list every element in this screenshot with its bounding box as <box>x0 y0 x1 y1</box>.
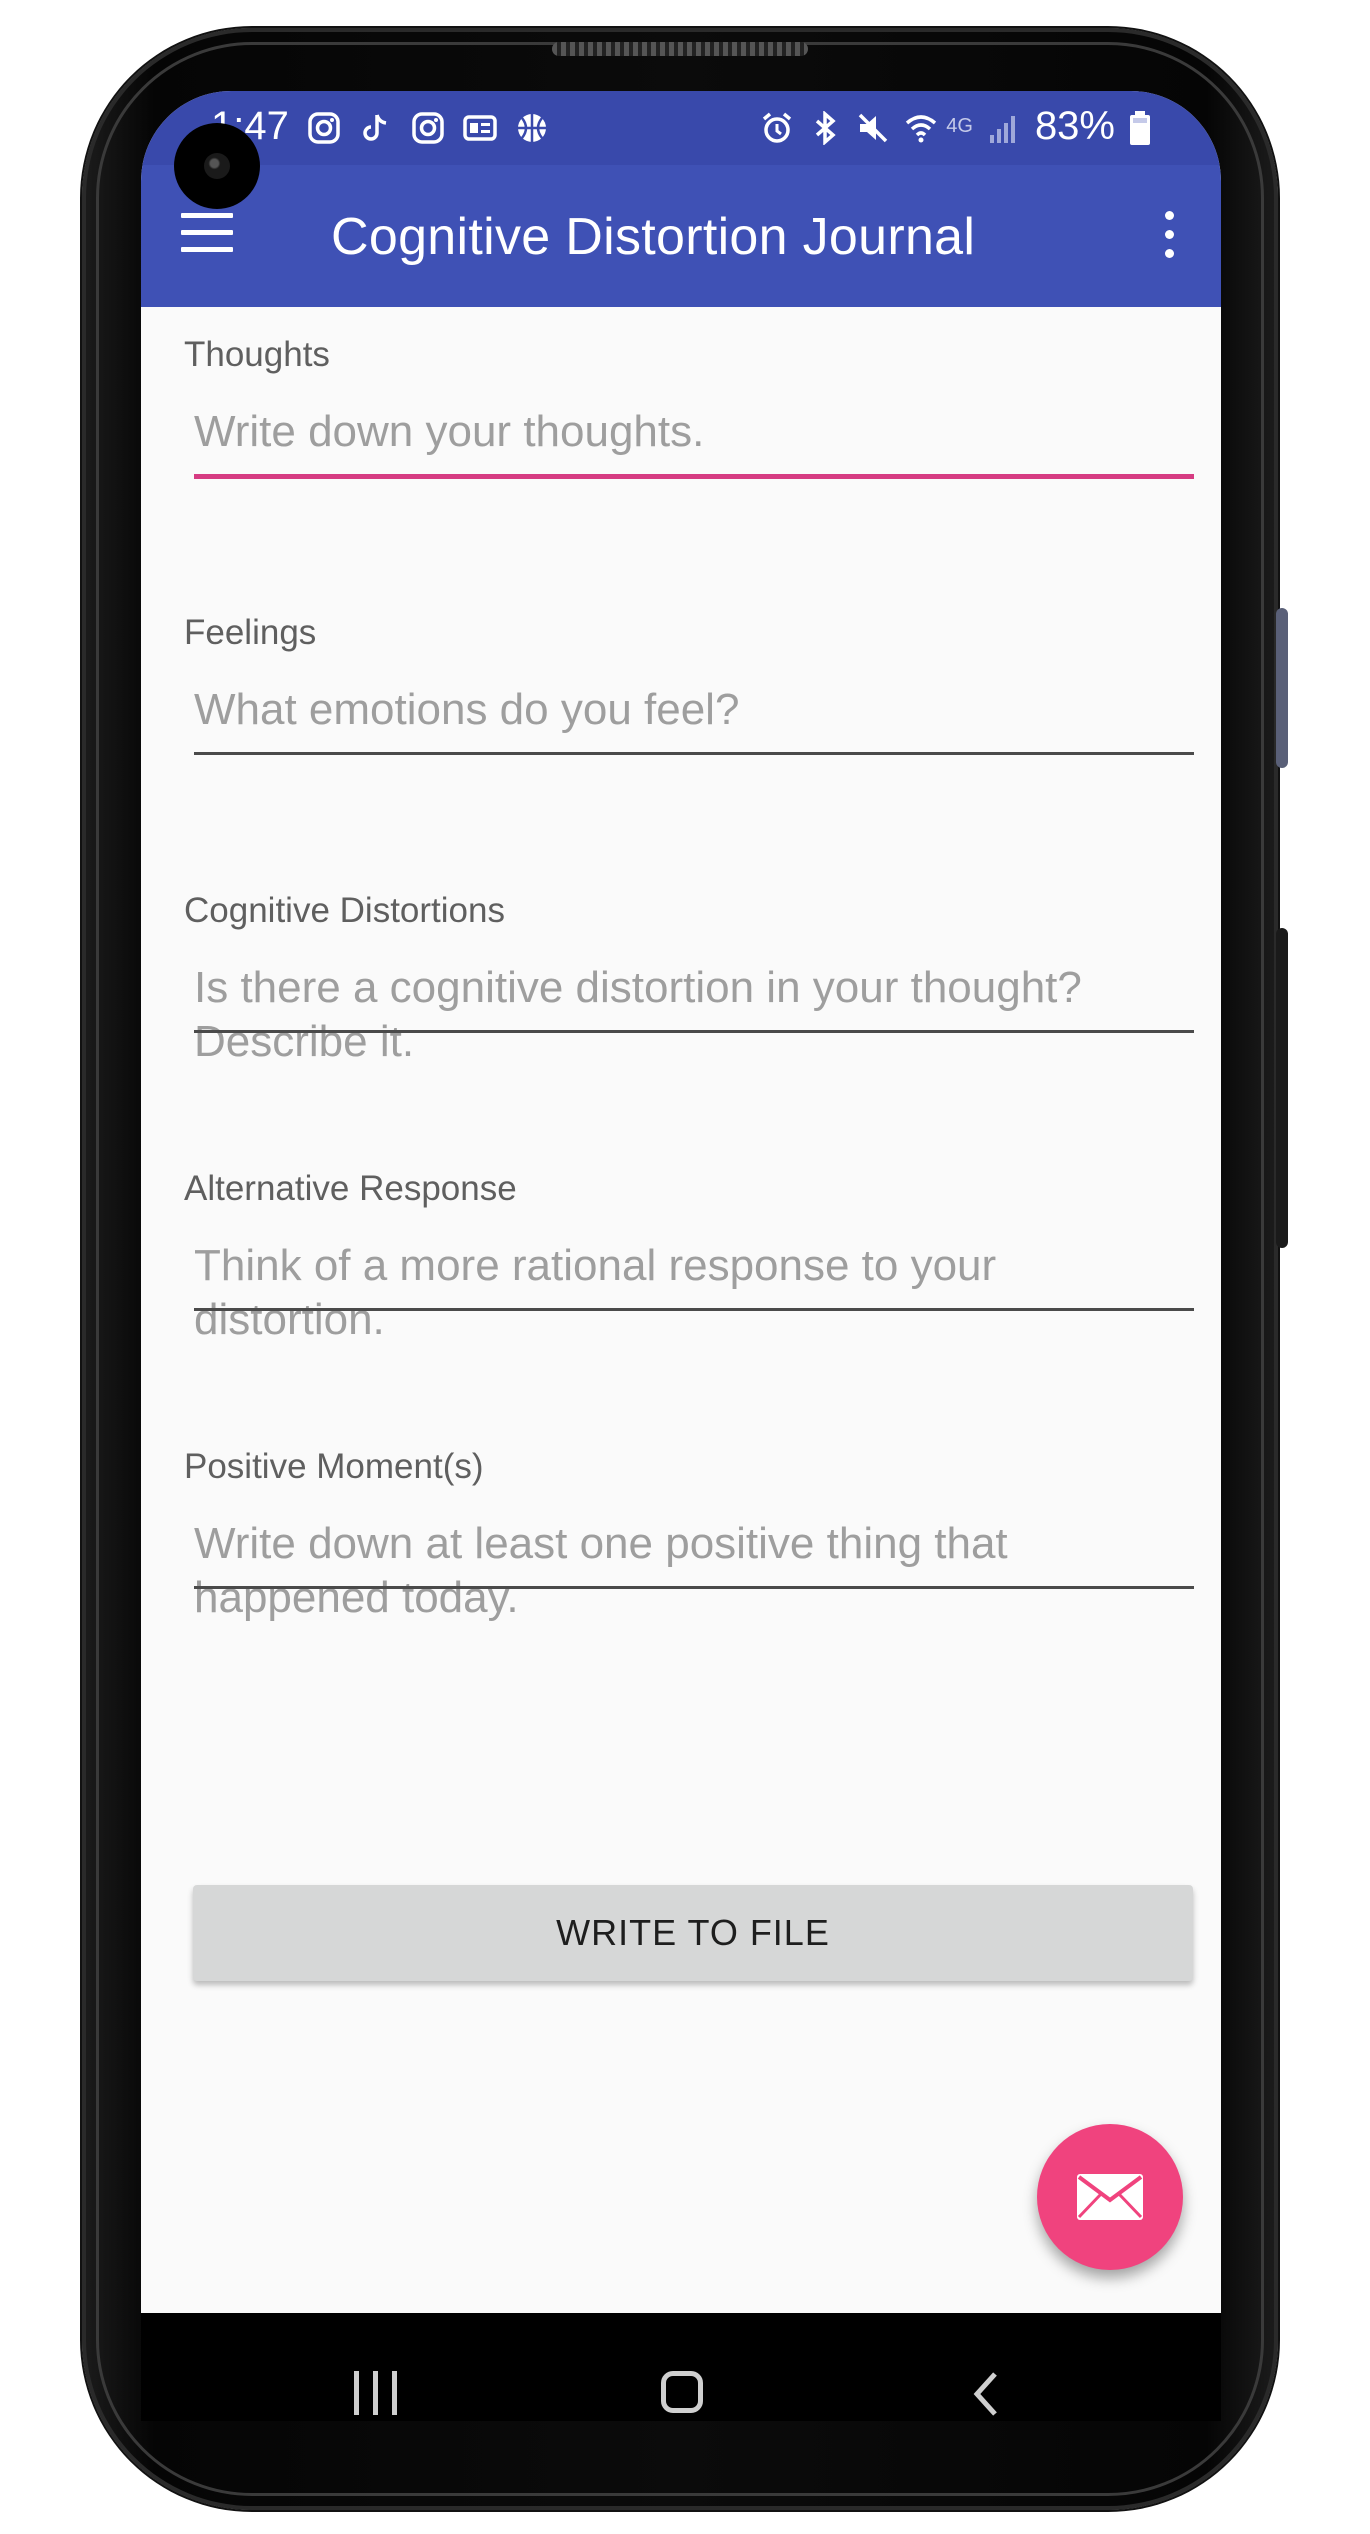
cognitive-distortions-label: Cognitive Distortions <box>184 891 505 930</box>
positive-moments-label: Positive Moment(s) <box>184 1447 484 1486</box>
instagram-icon <box>411 110 445 144</box>
status-left: 1:47 <box>211 104 549 149</box>
cognitive-distortions-input[interactable]: Is there a cognitive distortion in your … <box>194 961 1184 1069</box>
feelings-field[interactable]: Feelings What emotions do you feel? <box>184 613 1194 763</box>
tiktok-icon <box>359 110 393 144</box>
feelings-input[interactable]: What emotions do you feel? <box>194 683 1184 737</box>
volume-button <box>1276 608 1288 768</box>
system-nav-bar <box>141 2313 1221 2421</box>
alternative-response-input[interactable]: Think of a more rational response to you… <box>194 1239 1184 1347</box>
news-icon <box>463 110 497 144</box>
phone-screen: 1:47 4G 83% Cognitive Distortion Journal… <box>141 91 1221 2421</box>
alarm-icon <box>760 110 794 144</box>
network-type: 4G <box>946 115 973 137</box>
thoughts-label: Thoughts <box>184 335 330 374</box>
cognitive-distortions-field[interactable]: Cognitive Distortions Is there a cogniti… <box>184 891 1194 1066</box>
back-icon[interactable] <box>969 2371 1003 2417</box>
write-to-file-button[interactable]: WRITE TO FILE <box>193 1885 1193 1981</box>
battery-percent: 83% <box>1034 104 1115 148</box>
positive-moments-field[interactable]: Positive Moment(s) Write down at least o… <box>184 1447 1194 1622</box>
wifi-icon <box>904 110 938 144</box>
recents-icon[interactable] <box>354 2371 400 2415</box>
email-fab-button[interactable] <box>1037 2124 1183 2270</box>
more-vert-icon[interactable] <box>1159 211 1179 259</box>
home-icon[interactable] <box>661 2371 703 2413</box>
thoughts-underline <box>194 474 1194 479</box>
thoughts-input[interactable]: Write down your thoughts. <box>194 405 1184 459</box>
feelings-label: Feelings <box>184 613 317 652</box>
app-title: Cognitive Distortion Journal <box>331 208 976 266</box>
status-right: 4G 83% <box>760 104 1151 149</box>
app-bar: Cognitive Distortion Journal <box>141 165 1221 307</box>
feelings-underline <box>194 752 1194 755</box>
write-to-file-label: WRITE TO FILE <box>556 1912 830 1953</box>
instagram-icon <box>307 110 341 144</box>
signal-icon <box>987 110 1021 144</box>
earpiece-speaker <box>552 42 808 56</box>
alternative-response-field[interactable]: Alternative Response Think of a more rat… <box>184 1169 1194 1344</box>
thoughts-field[interactable]: Thoughts Write down your thoughts. <box>184 335 1194 485</box>
power-button <box>1276 928 1288 1248</box>
cognitive-distortions-underline <box>194 1030 1194 1033</box>
mute-icon <box>856 110 890 144</box>
positive-moments-input[interactable]: Write down at least one positive thing t… <box>194 1517 1184 1625</box>
status-bar: 1:47 4G 83% <box>141 91 1221 209</box>
bluetooth-icon <box>808 109 842 146</box>
basketball-icon <box>515 110 549 144</box>
front-camera <box>174 123 260 209</box>
battery-icon <box>1129 110 1151 145</box>
hamburger-menu-icon[interactable] <box>181 213 233 253</box>
positive-moments-underline <box>194 1586 1194 1589</box>
alternative-response-label: Alternative Response <box>184 1169 517 1208</box>
email-icon <box>1077 2174 1143 2220</box>
alternative-response-underline <box>194 1308 1194 1311</box>
